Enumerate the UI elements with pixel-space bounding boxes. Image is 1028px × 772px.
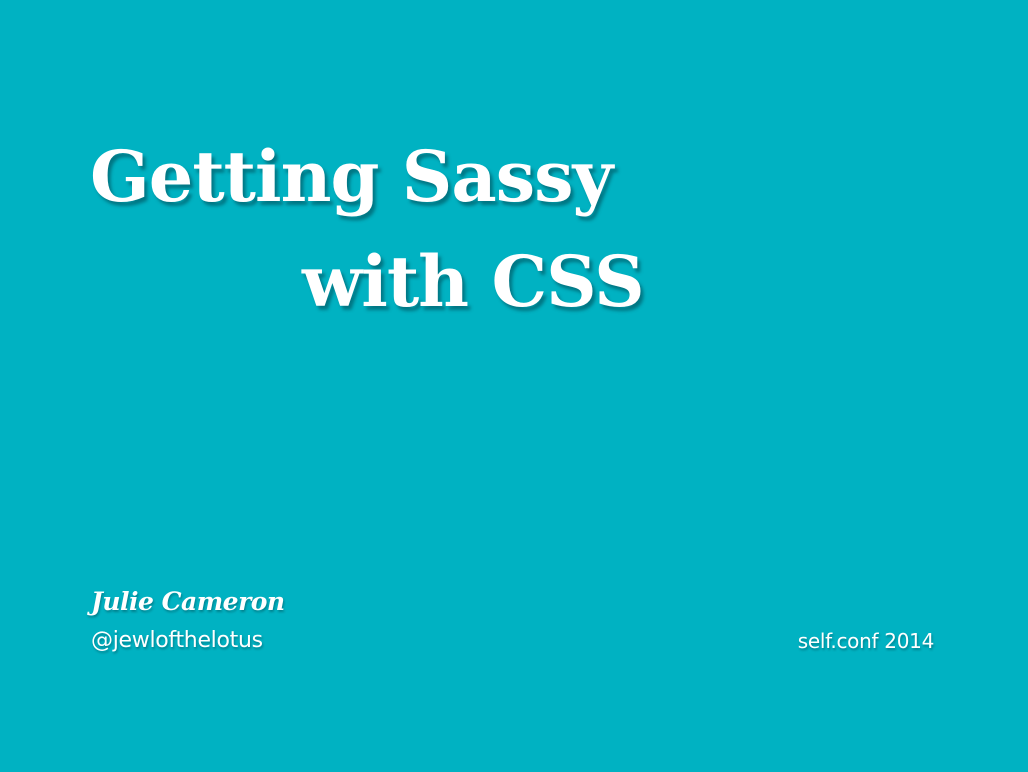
event-label: self.conf 2014	[797, 629, 935, 653]
presentation-slide: Getting Sassy with CSS Julie Cameron @je…	[0, 0, 1028, 772]
author-name: Julie Cameron	[91, 587, 285, 616]
author-handle: @jewlofthelotus	[91, 628, 263, 653]
title-line-1: Getting Sassy	[90, 135, 613, 218]
slide-title: Getting Sassy with CSS	[0, 0, 1028, 340]
title-line-2: with CSS	[302, 240, 645, 323]
